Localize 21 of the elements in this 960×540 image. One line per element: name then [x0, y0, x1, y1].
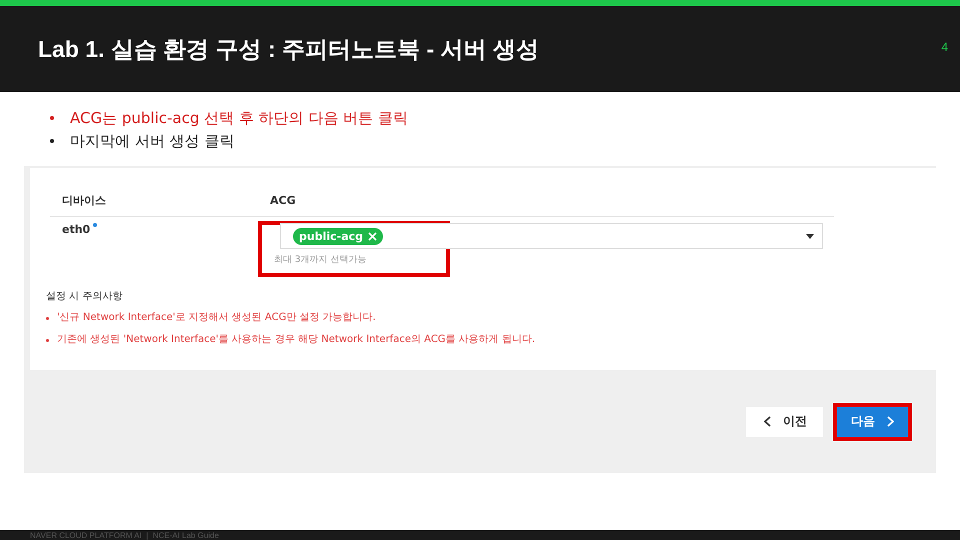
notes-title: 설정 시 주의사항 [46, 290, 124, 303]
acg-select[interactable]: public-acg [280, 223, 823, 249]
chevron-right-icon [887, 416, 894, 427]
note-text: '신규 Network Interface'로 지정해서 생성된 ACG만 설정 가능합니다. [57, 311, 376, 325]
slide-title: Lab 1. 실습 환경 구성 : 주피터노트북 - 서버 생성 [38, 34, 539, 64]
device-name: eth0 [62, 223, 258, 236]
dropdown-icon [806, 234, 814, 238]
acg-tag[interactable]: public-acg [293, 228, 384, 244]
bullet-text: 마지막에 서버 생성 클릭 [70, 131, 234, 151]
chevron-left-icon [764, 416, 771, 427]
note-text: 기존에 생성된 'Network Interface'를 사용하는 경우 해당 Network Interface의 ACG를 사용하게 됩니다. [57, 333, 536, 347]
bullet-icon [46, 338, 49, 342]
page-number: 4 [941, 40, 948, 54]
footer-text: NAVER CLOUD PLATFORM AI | NCE-AI Lab Guide [30, 530, 219, 540]
close-icon [368, 232, 378, 240]
bullet-icon [46, 316, 49, 320]
hint-text: 최대 3개까지 선택가능 [274, 254, 366, 266]
next-button[interactable]: 다음 [833, 402, 912, 440]
bullet-text: ACG는 public-acg 선택 후 하단의 다음 버튼 클릭 [70, 108, 408, 128]
column-header: ACG [270, 194, 297, 206]
column-header: 디바이스 [62, 192, 107, 208]
